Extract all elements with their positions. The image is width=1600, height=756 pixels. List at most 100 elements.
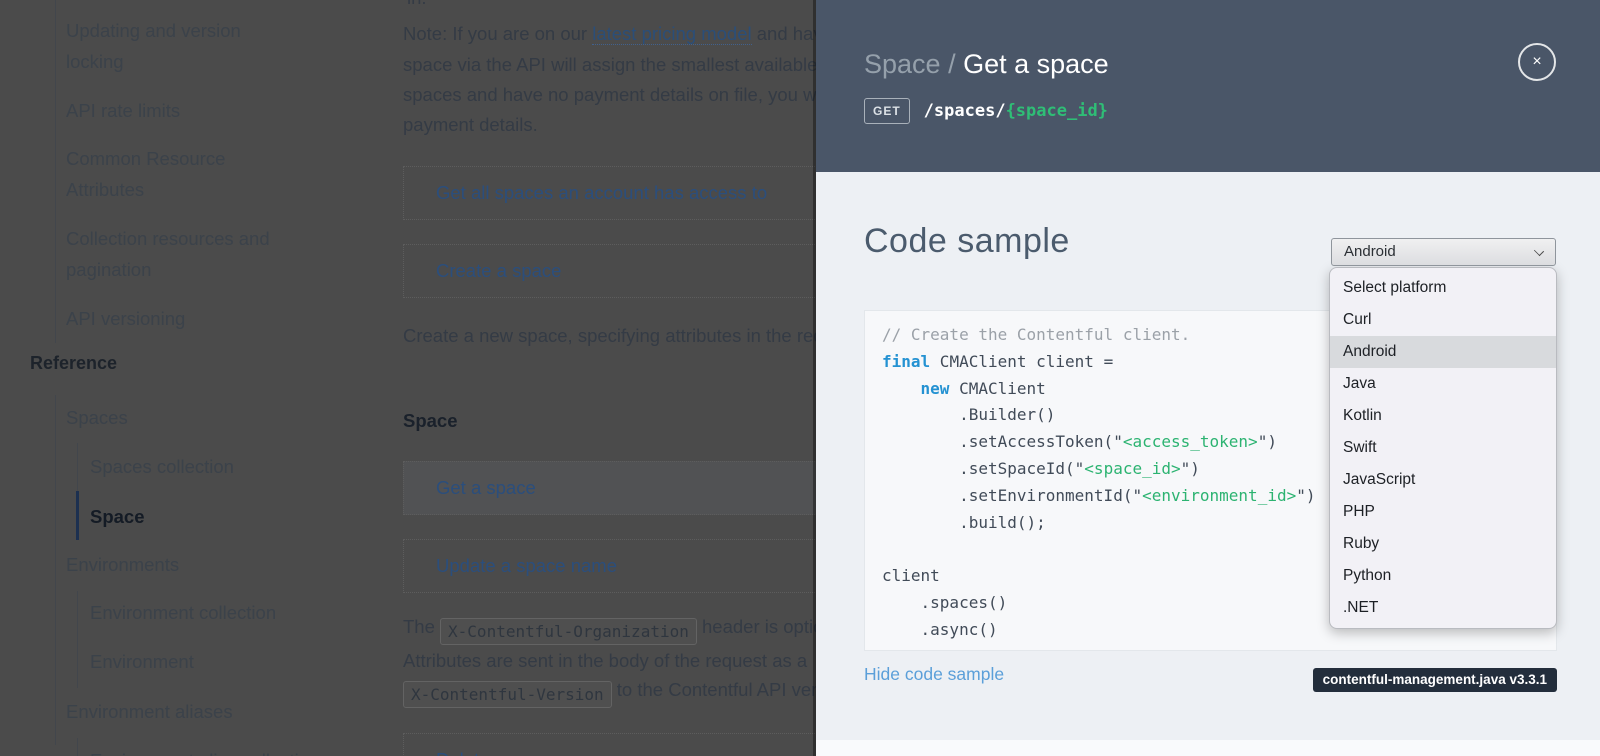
dropdown-option-javascript[interactable]: JavaScript bbox=[1330, 464, 1556, 496]
inline-code-chip: X-Contentful-Version bbox=[403, 681, 612, 708]
dropdown-option-swift[interactable]: Swift bbox=[1330, 432, 1556, 464]
code-text: CMAClient client = bbox=[930, 352, 1113, 371]
sidebar-section-reference: Reference bbox=[30, 353, 117, 374]
close-icon[interactable]: × bbox=[1518, 43, 1556, 81]
sidebar-item-environment[interactable]: Environment bbox=[90, 647, 194, 678]
doc-text: The bbox=[403, 616, 440, 637]
sidebar-item-spaces[interactable]: Spaces bbox=[66, 403, 128, 434]
latest-pricing-model-link[interactable]: latest pricing model bbox=[592, 23, 751, 45]
sidebar-item-common-resource-attributes[interactable]: Common Resource Attributes bbox=[66, 144, 225, 205]
platform-dropdown-menu: Select platform Curl Android Java Kotlin… bbox=[1329, 267, 1557, 629]
dropdown-option-android[interactable]: Android bbox=[1330, 336, 1556, 368]
api-detail-panel: Space / Get a space × GET /spaces/{space… bbox=[816, 0, 1600, 756]
sidebar-subrail bbox=[77, 591, 78, 688]
code-text: ") bbox=[1181, 459, 1200, 478]
page-title: Get a space bbox=[963, 49, 1109, 79]
dropdown-option-php[interactable]: PHP bbox=[1330, 496, 1556, 528]
chevron-down-icon bbox=[1534, 246, 1544, 256]
code-placeholder-token: <space_id> bbox=[1084, 459, 1180, 478]
link-box-label[interactable]: Create a space bbox=[404, 245, 816, 297]
code-sample-heading: Code sample bbox=[864, 222, 1070, 261]
sidebar-subrail bbox=[77, 738, 78, 756]
link-box-label[interactable]: Get a space bbox=[404, 462, 816, 514]
doc-paragraph-clipped: in. bbox=[407, 0, 427, 9]
space-section-heading: Space bbox=[403, 410, 458, 432]
dropdown-option-select-platform[interactable]: Select platform bbox=[1330, 272, 1556, 304]
dropdown-option-curl[interactable]: Curl bbox=[1330, 304, 1556, 336]
sidebar-item-updating-and-version-locking[interactable]: Updating and version locking bbox=[66, 16, 241, 77]
doc-note-line: Note: If you are on our latest pricing m… bbox=[403, 23, 816, 45]
sidebar-item-environment-aliases[interactable]: Environment aliases bbox=[66, 697, 233, 728]
sidebar-rail bbox=[55, 395, 56, 745]
doc-text: to the Contentful API version bbox=[612, 679, 816, 700]
code-text: .spaces() bbox=[882, 590, 1315, 617]
code-block: // Create the Contentful client. final C… bbox=[882, 322, 1315, 644]
sidebar-item-environments[interactable]: Environments bbox=[66, 550, 179, 581]
screen: Updating and version locking API rate li… bbox=[0, 0, 1600, 756]
sidebar-item-api-rate-limits[interactable]: API rate limits bbox=[66, 96, 180, 127]
breadcrumb-parent: Space bbox=[864, 49, 941, 79]
breadcrumb-separator: / bbox=[941, 49, 964, 79]
code-text: .async() bbox=[882, 617, 1315, 644]
code-text: .Builder() bbox=[882, 402, 1315, 429]
doc-note-line: payment details. bbox=[403, 114, 538, 136]
code-text: .setEnvironmentId(" bbox=[882, 486, 1142, 505]
sidebar-item-space[interactable]: Space bbox=[90, 502, 145, 533]
dropdown-option-kotlin[interactable]: Kotlin bbox=[1330, 400, 1556, 432]
code-text: .setAccessToken(" bbox=[882, 432, 1123, 451]
note-text: and have no bbox=[752, 23, 816, 44]
doc-paragraph: Attributes are sent in the body of the r… bbox=[403, 650, 807, 672]
hide-code-sample-link[interactable]: Hide code sample bbox=[864, 664, 1004, 685]
code-keyword: final bbox=[882, 352, 930, 371]
code-text: .setSpaceId(" bbox=[882, 459, 1084, 478]
link-box-update-a-space-name[interactable]: Update a space name bbox=[403, 539, 816, 593]
doc-paragraph: Create a new space, specifying attribute… bbox=[403, 325, 816, 347]
sidebar-item-api-versioning[interactable]: API versioning bbox=[66, 304, 185, 335]
panel-header: Space / Get a space × GET /spaces/{space… bbox=[816, 0, 1600, 172]
endpoint-path-param: {space_id} bbox=[1006, 101, 1108, 121]
doc-paragraph: X-Contentful-Version to the Contentful A… bbox=[403, 679, 816, 708]
sidebar-item-environment-alias-collection[interactable]: Environment alias collection bbox=[90, 746, 319, 756]
sidebar-subrail bbox=[77, 443, 78, 491]
sidebar-item-environment-collection[interactable]: Environment collection bbox=[90, 598, 276, 629]
link-box-label[interactable]: Delete a space bbox=[404, 734, 816, 756]
link-box-label[interactable]: Get all spaces an account has access to bbox=[404, 167, 816, 219]
doc-content: in. Note: If you are on our latest prici… bbox=[403, 0, 816, 756]
http-method-badge: GET bbox=[864, 98, 910, 124]
code-text: client bbox=[882, 563, 1315, 590]
code-comment: // Create the Contentful client. bbox=[882, 325, 1190, 344]
doc-paragraph: The X-Contentful-Organization header is … bbox=[403, 616, 816, 645]
code-keyword: new bbox=[921, 379, 950, 398]
link-box-label[interactable]: Update a space name bbox=[404, 540, 816, 592]
code-text: ") bbox=[1258, 432, 1277, 451]
platform-select[interactable]: Android bbox=[1331, 238, 1556, 266]
dropdown-option-python[interactable]: Python bbox=[1330, 560, 1556, 592]
endpoint-path-base: /spaces/ bbox=[924, 101, 1006, 121]
link-box-delete-a-space[interactable]: Delete a space bbox=[403, 733, 816, 756]
code-text bbox=[882, 379, 921, 398]
sdk-version-badge: contentful-management.java v3.3.1 bbox=[1313, 668, 1557, 692]
code-text: .build(); bbox=[882, 510, 1315, 537]
sidebar-item-spaces-collection[interactable]: Spaces collection bbox=[90, 452, 234, 483]
code-blank-line bbox=[882, 536, 1315, 563]
inline-code-chip: X-Contentful-Organization bbox=[440, 618, 697, 645]
note-text: Note: If you are on our bbox=[403, 23, 592, 44]
doc-note-line: space via the API will assign the smalle… bbox=[403, 54, 816, 76]
sidebar-item-collection-resources-and-pagination[interactable]: Collection resources and pagination bbox=[66, 224, 270, 285]
endpoint-row: GET /spaces/{space_id} bbox=[864, 98, 1108, 124]
sidebar-rail bbox=[55, 0, 56, 343]
code-text: ") bbox=[1296, 486, 1315, 505]
dropdown-option-java[interactable]: Java bbox=[1330, 368, 1556, 400]
dropdown-option-dotnet[interactable]: .NET bbox=[1330, 592, 1556, 624]
doc-text: header is optional bbox=[697, 616, 816, 637]
endpoint-path: /spaces/{space_id} bbox=[924, 101, 1108, 121]
dimmed-page-overlay: Updating and version locking API rate li… bbox=[0, 0, 816, 756]
platform-select-value: Android bbox=[1344, 243, 1396, 260]
link-box-get-a-space[interactable]: Get a space bbox=[403, 461, 816, 515]
link-box-get-all-spaces[interactable]: Get all spaces an account has access to bbox=[403, 166, 816, 220]
code-placeholder-token: <environment_id> bbox=[1142, 486, 1296, 505]
dropdown-option-ruby[interactable]: Ruby bbox=[1330, 528, 1556, 560]
sidebar-active-rail bbox=[76, 491, 79, 540]
link-box-create-a-space[interactable]: Create a space bbox=[403, 244, 816, 298]
doc-note-line: spaces and have no payment details on fi… bbox=[403, 84, 816, 106]
